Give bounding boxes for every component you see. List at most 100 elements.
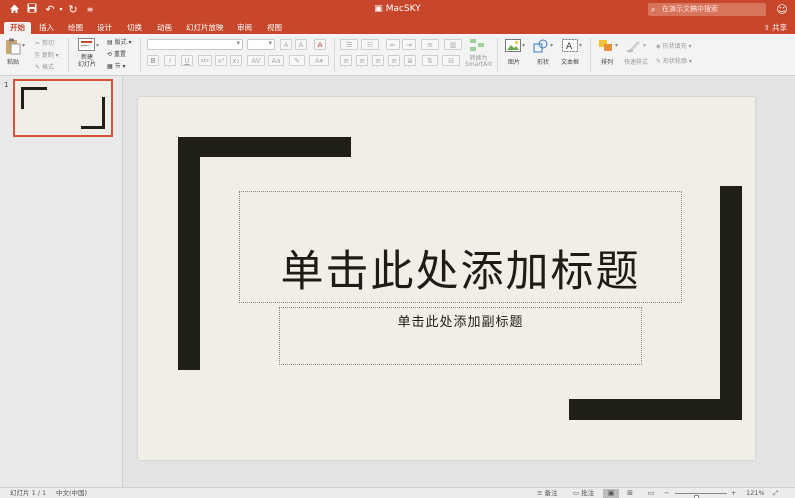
increase-font-icon[interactable]: A (280, 39, 292, 50)
copy-label: 复制 (41, 52, 54, 59)
underline-icon[interactable]: U (181, 55, 193, 66)
highlight-icon[interactable]: ✎ (289, 55, 305, 66)
slide-count: 幻灯片 1 / 1 (10, 489, 47, 497)
shape-icon[interactable] (533, 39, 549, 55)
arrange-dropdown-icon[interactable]: ▾ (615, 42, 618, 49)
thumbnail-number: 1 (4, 81, 9, 89)
save-icon[interactable] (25, 3, 39, 17)
zoom-level[interactable]: 121% (746, 489, 765, 498)
columns-icon[interactable]: ▥ (444, 39, 462, 50)
tab-draw[interactable]: 绘图 (62, 22, 89, 34)
increase-indent-icon[interactable]: ⇥ (402, 39, 416, 50)
font-name-combo[interactable] (147, 39, 243, 50)
text-direction-icon[interactable]: ⇅ (422, 55, 438, 66)
new-slide-button[interactable] (78, 38, 95, 54)
new-slide-dropdown-icon[interactable]: ▾ (96, 42, 99, 49)
italic-icon[interactable]: I (164, 55, 176, 66)
char-spacing-icon[interactable]: AV (247, 55, 265, 66)
align-left-icon[interactable]: ≡ (340, 55, 352, 66)
tab-slideshow[interactable]: 幻灯片放映 (180, 22, 230, 34)
thumbnail-frame-right (102, 97, 105, 127)
document-icon: ▣ (374, 4, 383, 14)
search-input[interactable]: ⌕ 在演示文稿中搜索 (648, 3, 766, 16)
fit-to-window-icon[interactable]: ⤢ (773, 489, 778, 498)
picture-icon[interactable] (505, 39, 521, 54)
slide[interactable]: 单击此处添加标题 单击此处添加副标题 (138, 97, 755, 460)
zoom-in-button[interactable]: + (731, 489, 736, 498)
quick-styles-label: 快速样式 (624, 59, 649, 66)
shape-fill-button[interactable]: ◈ 形状填充 ▾ (656, 41, 691, 50)
bullets-icon[interactable]: ☰ (340, 39, 358, 50)
smartart-icon[interactable] (469, 38, 485, 54)
decrease-indent-icon[interactable]: ⇤ (386, 39, 400, 50)
customize-toolbar-icon[interactable]: ≡ (83, 3, 97, 17)
superscript-icon[interactable]: x² (215, 55, 227, 66)
paste-button[interactable] (5, 38, 21, 57)
share-button[interactable]: ⇧ 共享 (764, 22, 787, 34)
paste-dropdown-icon[interactable]: ▾ (22, 42, 25, 49)
cut-button[interactable]: ✂ 剪切 (35, 38, 54, 47)
decrease-font-icon[interactable]: A (295, 39, 307, 50)
home-icon[interactable] (7, 3, 21, 17)
paste-label: 粘贴 (7, 59, 20, 66)
comments-button[interactable]: ▭ 批注 (573, 489, 594, 498)
textbox-icon[interactable]: A (562, 39, 578, 54)
arrange-icon[interactable] (598, 39, 614, 55)
comments-label: 批注 (581, 489, 595, 497)
copy-button[interactable]: ⎘ 复制 ▾ (35, 50, 59, 60)
ribbon-divider (590, 38, 591, 72)
cut-label: 剪切 (41, 40, 54, 47)
line-spacing-icon[interactable]: ≡ (421, 39, 439, 50)
reset-button[interactable]: ⟲ 重置 (107, 49, 126, 58)
numbering-icon[interactable]: ☷ (361, 39, 379, 50)
change-case-icon[interactable]: Aa (268, 55, 284, 66)
layout-label: 版式 (114, 39, 127, 46)
notes-icon: ≡ (537, 489, 543, 497)
slide-sorter-view-icon[interactable]: ⊞ (622, 489, 638, 498)
format-painter-button[interactable]: ✎ 格式 (35, 62, 54, 71)
font-size-combo[interactable] (247, 39, 275, 50)
slide-thumbnail[interactable] (13, 79, 113, 137)
quick-styles-icon[interactable] (626, 39, 642, 55)
subscript-icon[interactable]: x₂ (230, 55, 242, 66)
font-color-icon[interactable]: A▾ (309, 55, 329, 66)
align-right-icon[interactable]: ≡ (372, 55, 384, 66)
language-indicator[interactable]: 中文(中国) (56, 489, 87, 498)
slideshow-view-icon[interactable]: ▭ (643, 489, 659, 498)
copy-icon: ⎘ (35, 52, 40, 59)
section-button[interactable]: ▦ 节 ▾ (107, 61, 126, 70)
shape-outline-button[interactable]: ✎ 形状轮廓 ▾ (656, 56, 692, 65)
quick-styles-dropdown-icon[interactable]: ▾ (643, 42, 646, 49)
share-label: 共享 (772, 23, 787, 32)
zoom-slider[interactable] (675, 493, 727, 498)
layout-button[interactable]: ▤ 版式 ▾ (107, 37, 132, 46)
picture-dropdown-icon[interactable]: ▾ (522, 42, 525, 49)
frame-bar-left (178, 137, 200, 370)
convert-smartart-label: 转换为 SmartArt (465, 55, 493, 68)
tab-insert[interactable]: 插入 (33, 22, 60, 34)
tab-review[interactable]: 审阅 (231, 22, 258, 34)
normal-view-icon[interactable]: ▣ (603, 489, 619, 498)
subtitle-placeholder-text: 单击此处添加副标题 (397, 315, 524, 330)
tab-design[interactable]: 设计 (91, 22, 118, 34)
textbox-label: 文本框 (561, 59, 580, 66)
notes-button[interactable]: ≡ 备注 (537, 489, 558, 498)
clear-format-icon[interactable]: A (314, 39, 326, 50)
textbox-dropdown-icon[interactable]: ▾ (579, 42, 582, 49)
strikethrough-icon[interactable]: abc (198, 55, 212, 66)
subtitle-placeholder[interactable]: 单击此处添加副标题 (279, 307, 642, 365)
tab-transitions[interactable]: 切换 (121, 22, 148, 34)
align-text-icon[interactable]: ⊟ (442, 55, 460, 66)
title-placeholder[interactable]: 单击此处添加标题 (239, 191, 682, 303)
zoom-out-button[interactable]: − (664, 489, 669, 498)
justify-icon[interactable]: ≡ (388, 55, 400, 66)
redo-icon[interactable]: ↻ (66, 3, 80, 17)
bold-icon[interactable]: B (147, 55, 159, 66)
distribute-icon[interactable]: ≣ (404, 55, 416, 66)
tab-home[interactable]: 开始 (4, 22, 31, 34)
smiley-icon[interactable]: ☺ (775, 3, 789, 17)
shape-dropdown-icon[interactable]: ▾ (550, 42, 553, 49)
tab-view[interactable]: 视图 (261, 22, 288, 34)
align-center-icon[interactable]: ≡ (356, 55, 368, 66)
tab-animations[interactable]: 动画 (151, 22, 178, 34)
